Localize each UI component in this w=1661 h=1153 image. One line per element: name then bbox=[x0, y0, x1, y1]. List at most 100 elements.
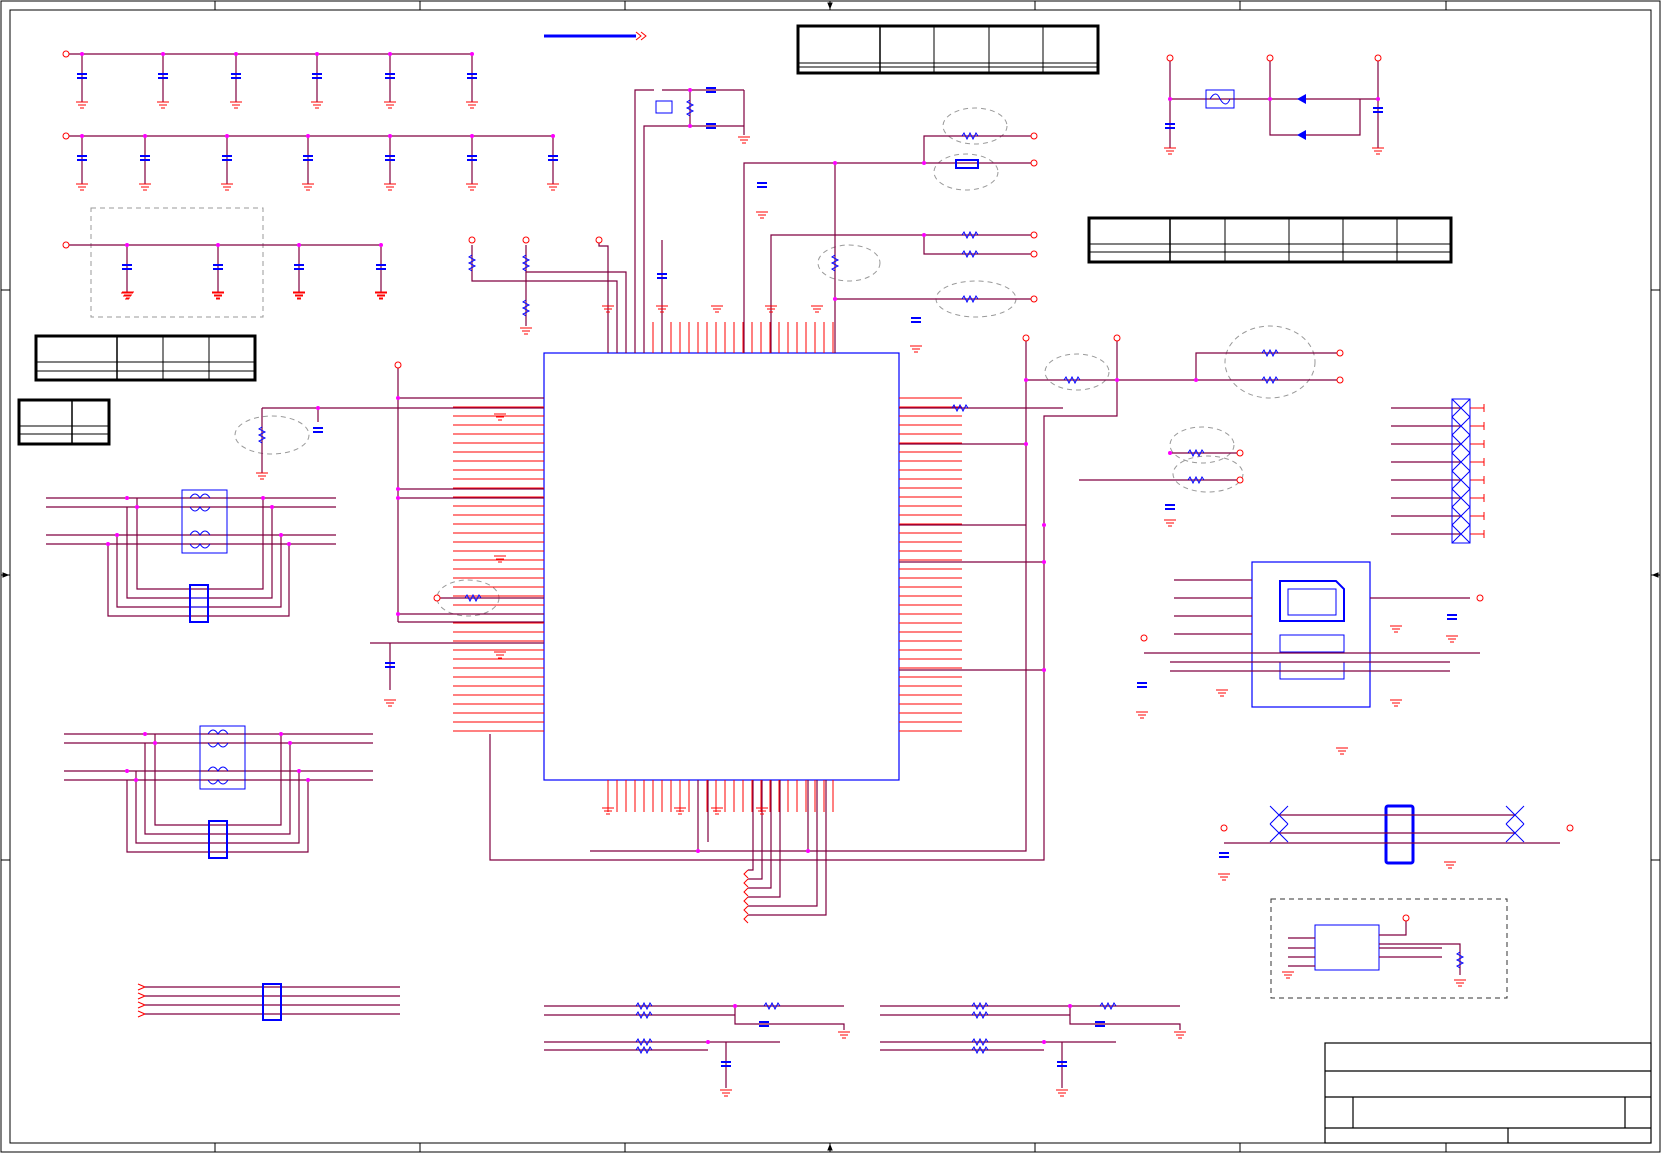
table-small bbox=[17, 398, 111, 446]
net-terminal bbox=[1030, 132, 1038, 140]
junction-dot bbox=[1268, 97, 1272, 101]
ic-pin-lines bbox=[453, 322, 962, 812]
junction-dot bbox=[1042, 668, 1046, 672]
schematic-canvas bbox=[0, 0, 1661, 1153]
net-terminal bbox=[1236, 449, 1244, 457]
junction-dot bbox=[225, 134, 229, 138]
junction-dot bbox=[806, 849, 810, 853]
ic-right-nets bbox=[899, 352, 1340, 671]
top-section-nets bbox=[471, 89, 1034, 353]
net-terminal bbox=[595, 236, 603, 244]
junction-dot bbox=[306, 778, 310, 782]
junction-dot bbox=[216, 243, 220, 247]
bottom-left-connector bbox=[137, 983, 400, 1021]
net-terminal bbox=[1476, 594, 1484, 602]
table-left bbox=[34, 334, 257, 382]
junction-dot bbox=[316, 406, 320, 410]
net-terminal bbox=[1374, 54, 1382, 62]
net-terminal bbox=[1140, 634, 1148, 642]
net-terminal bbox=[1236, 476, 1244, 484]
sheet-frame bbox=[0, 0, 1661, 1153]
junction-dot bbox=[279, 732, 283, 736]
title-block bbox=[1324, 1042, 1652, 1144]
junction-dot bbox=[1168, 451, 1172, 455]
offpage-arrow-icon bbox=[635, 31, 647, 41]
main-ic bbox=[543, 352, 900, 781]
junction-dot bbox=[125, 496, 129, 500]
junction-dot bbox=[1024, 442, 1028, 446]
junction-dot bbox=[396, 612, 400, 616]
junction-dot bbox=[1042, 523, 1046, 527]
junction-dot bbox=[1168, 97, 1172, 101]
junction-dot bbox=[706, 1040, 710, 1044]
bottom-filters bbox=[544, 1005, 1181, 1088]
junction-dot bbox=[1042, 1040, 1046, 1044]
sim-socket-icon bbox=[1251, 561, 1371, 708]
junction-dot bbox=[470, 52, 474, 56]
junction-dot bbox=[396, 487, 400, 491]
junction-dot bbox=[379, 243, 383, 247]
net-terminal bbox=[62, 132, 70, 140]
junction-dot bbox=[733, 1004, 737, 1008]
junction-dot bbox=[143, 134, 147, 138]
power-circuit-top-right bbox=[1169, 58, 1379, 148]
junction-dot bbox=[161, 52, 165, 56]
junction-dot bbox=[288, 741, 292, 745]
junction-dot bbox=[80, 52, 84, 56]
net-terminal bbox=[62, 241, 70, 249]
junction-dot bbox=[279, 533, 283, 537]
capacitor-banks bbox=[66, 53, 554, 293]
capacitors bbox=[77, 73, 1457, 1067]
junction-dot bbox=[833, 297, 837, 301]
net-terminal bbox=[1113, 334, 1121, 342]
junction-dot bbox=[270, 505, 274, 509]
net-terminal bbox=[394, 361, 402, 369]
small-ic bbox=[1288, 918, 1461, 975]
junction-dot bbox=[234, 52, 238, 56]
junction-dot bbox=[396, 396, 400, 400]
junction-dot bbox=[80, 134, 84, 138]
junction-dot bbox=[833, 161, 837, 165]
junction-dot bbox=[470, 134, 474, 138]
junction-dots bbox=[80, 52, 1380, 1044]
junction-dot bbox=[1376, 97, 1380, 101]
table-top-center bbox=[796, 24, 1100, 75]
junction-dot bbox=[306, 134, 310, 138]
junction-dot bbox=[297, 243, 301, 247]
net-terminal bbox=[1030, 159, 1038, 167]
net-terminal bbox=[1566, 824, 1574, 832]
net-terminal bbox=[522, 236, 530, 244]
junction-dot bbox=[1194, 378, 1198, 382]
junction-dot bbox=[388, 52, 392, 56]
junction-dot bbox=[688, 88, 692, 92]
table-right bbox=[1087, 216, 1453, 264]
junction-dot bbox=[696, 849, 700, 853]
junction-dot bbox=[261, 496, 265, 500]
transformer-bottom bbox=[64, 725, 373, 859]
dashed-regions bbox=[90, 107, 1508, 999]
diode-icon bbox=[1297, 94, 1306, 104]
junction-dot bbox=[297, 769, 301, 773]
junction-dot bbox=[115, 533, 119, 537]
junction-dot bbox=[106, 542, 110, 546]
junction-dot bbox=[125, 243, 129, 247]
junction-dot bbox=[135, 505, 139, 509]
net-terminal bbox=[1022, 334, 1030, 342]
ic-bottom-arrows bbox=[743, 869, 749, 924]
esd-package bbox=[1451, 398, 1471, 544]
junction-dot bbox=[134, 778, 138, 782]
net-terminal bbox=[1030, 250, 1038, 258]
net-terminal bbox=[1030, 231, 1038, 239]
schematic-sheet bbox=[0, 0, 1661, 1153]
crystal-icon bbox=[655, 100, 673, 114]
net-terminal bbox=[1220, 824, 1228, 832]
net-terminal bbox=[468, 236, 476, 244]
junction-dot bbox=[153, 741, 157, 745]
net-terminal bbox=[1030, 295, 1038, 303]
net-terminal bbox=[433, 594, 441, 602]
ferrite-bead-icon bbox=[955, 159, 979, 169]
junction-dot bbox=[287, 542, 291, 546]
sim-nets bbox=[1144, 579, 1480, 672]
junction-dot bbox=[388, 134, 392, 138]
junction-dot bbox=[1024, 378, 1028, 382]
